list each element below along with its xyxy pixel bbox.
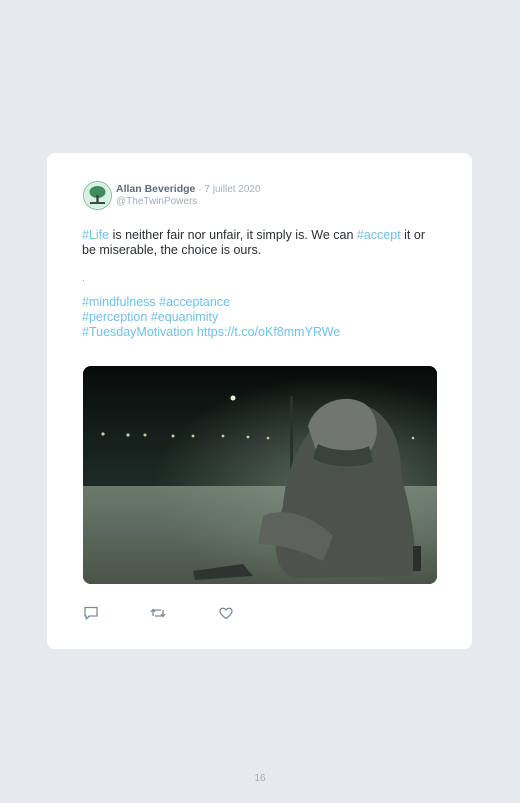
tweet-text-segment: is neither fair nor unfair, it simply is… — [109, 228, 357, 242]
retweet-icon — [150, 608, 166, 618]
tree-logo-icon — [84, 182, 111, 209]
hashtag-link[interactable]: #accept — [357, 228, 401, 242]
hashtag-link[interactable]: #mindfulness — [82, 295, 156, 309]
tweet-actions — [83, 605, 283, 621]
hashtag-link[interactable]: #Life — [82, 228, 109, 242]
page-number: 16 — [254, 773, 266, 784]
retweet-button[interactable] — [150, 605, 166, 621]
tweet-card: Allan Beveridge · 7 juillet 2020 @TheTwi… — [47, 153, 472, 649]
author-line: Allan Beveridge · 7 juillet 2020 — [116, 183, 261, 195]
hashtag-link[interactable]: #equanimity — [151, 310, 218, 324]
tweet-url-link[interactable]: https://t.co/oKf8mmYRWe — [197, 325, 340, 339]
like-button[interactable] — [218, 605, 234, 621]
author-handle[interactable]: @TheTwinPowers — [116, 196, 197, 207]
hashtag-link[interactable]: #perception — [82, 310, 147, 324]
separator-dot: . — [82, 273, 85, 284]
tweet-photo[interactable] — [83, 366, 437, 584]
author-name[interactable]: Allan Beveridge — [116, 183, 195, 195]
heart-icon — [219, 607, 233, 620]
tweet-text: #Life is neither fair nor unfair, it sim… — [82, 228, 442, 340]
hashtag-block: #mindfulness #acceptance #perception #eq… — [82, 295, 442, 340]
tweet-paragraph: #Life is neither fair nor unfair, it sim… — [82, 228, 442, 258]
reply-icon — [84, 606, 98, 620]
tweet-date[interactable]: · 7 juillet 2020 — [198, 184, 260, 195]
hashtag-link[interactable]: #acceptance — [159, 295, 230, 309]
hashtag-link[interactable]: #TuesdayMotivation — [82, 325, 193, 339]
photo-image — [83, 366, 437, 584]
avatar[interactable] — [83, 181, 112, 210]
reply-button[interactable] — [83, 605, 99, 621]
